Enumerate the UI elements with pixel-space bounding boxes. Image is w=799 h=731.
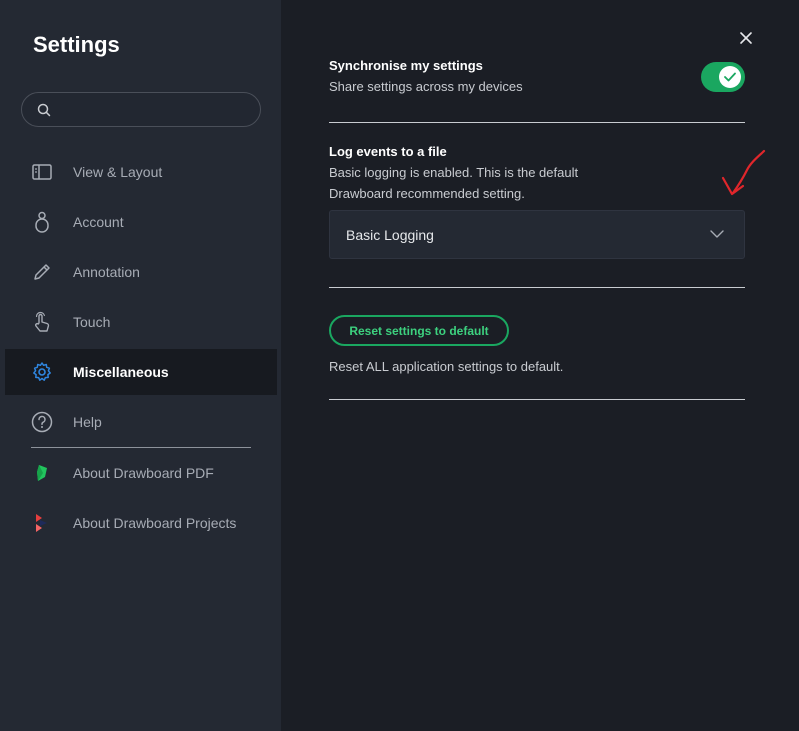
logging-description-line1: Basic logging is enabled. This is the de… xyxy=(329,165,579,180)
sidebar-item-account[interactable]: Account xyxy=(5,199,277,245)
search-icon xyxy=(37,103,51,117)
settings-window: Settings View & Layout Account Annotatio… xyxy=(0,0,799,731)
search-input[interactable] xyxy=(60,99,250,121)
check-icon xyxy=(724,72,736,82)
sync-title: Synchronise my settings xyxy=(329,58,483,73)
search-box[interactable] xyxy=(21,92,261,127)
sync-description: Share settings across my devices xyxy=(329,79,523,94)
sidebar-item-label: Help xyxy=(73,414,102,430)
touch-icon xyxy=(31,311,53,333)
sidebar-item-about-drawboard-projects[interactable]: About Drawboard Projects xyxy=(5,500,277,546)
logging-description-line2: Drawboard recommended setting. xyxy=(329,186,525,201)
sidebar-item-label: View & Layout xyxy=(73,164,163,180)
drawboard-pdf-logo-icon xyxy=(31,462,53,484)
sidebar-title: Settings xyxy=(33,32,120,57)
gear-icon xyxy=(31,361,53,383)
sidebar: Settings View & Layout Account Annotatio… xyxy=(0,0,281,731)
reset-settings-button[interactable]: Reset settings to default xyxy=(329,315,509,346)
reset-description: Reset ALL application settings to defaul… xyxy=(329,359,564,374)
logging-level-value: Basic Logging xyxy=(346,227,434,243)
sidebar-item-label: Miscellaneous xyxy=(73,364,169,380)
section-divider xyxy=(329,122,745,123)
help-icon xyxy=(31,411,53,433)
chevron-down-icon xyxy=(710,230,724,238)
sync-toggle[interactable] xyxy=(701,62,745,92)
sidebar-item-view-layout[interactable]: View & Layout xyxy=(5,149,277,195)
sidebar-item-miscellaneous[interactable]: Miscellaneous xyxy=(5,349,277,395)
pencil-icon xyxy=(31,261,53,283)
logging-title: Log events to a file xyxy=(329,144,447,159)
sidebar-item-annotation[interactable]: Annotation xyxy=(5,249,277,295)
drawboard-projects-logo-icon xyxy=(31,512,53,534)
user-icon xyxy=(31,211,53,233)
sidebar-item-label: About Drawboard Projects xyxy=(73,515,237,531)
layout-icon xyxy=(31,161,53,183)
sidebar-item-help[interactable]: Help xyxy=(5,399,277,445)
sidebar-item-about-drawboard-pdf[interactable]: About Drawboard PDF xyxy=(5,450,277,496)
sidebar-item-label: Touch xyxy=(73,314,111,330)
section-divider xyxy=(329,287,745,288)
section-divider xyxy=(329,399,745,400)
sidebar-item-label: Annotation xyxy=(73,264,140,280)
settings-panel: Synchronise my settings Share settings a… xyxy=(281,0,799,731)
sidebar-item-label: Account xyxy=(73,214,124,230)
sidebar-divider xyxy=(31,447,251,448)
close-icon[interactable] xyxy=(738,30,754,46)
red-arrow-annotation xyxy=(721,149,766,196)
toggle-knob xyxy=(719,66,741,88)
logging-level-select[interactable]: Basic Logging xyxy=(329,210,745,259)
sidebar-item-touch[interactable]: Touch xyxy=(5,299,277,345)
sidebar-item-label: About Drawboard PDF xyxy=(73,465,214,481)
